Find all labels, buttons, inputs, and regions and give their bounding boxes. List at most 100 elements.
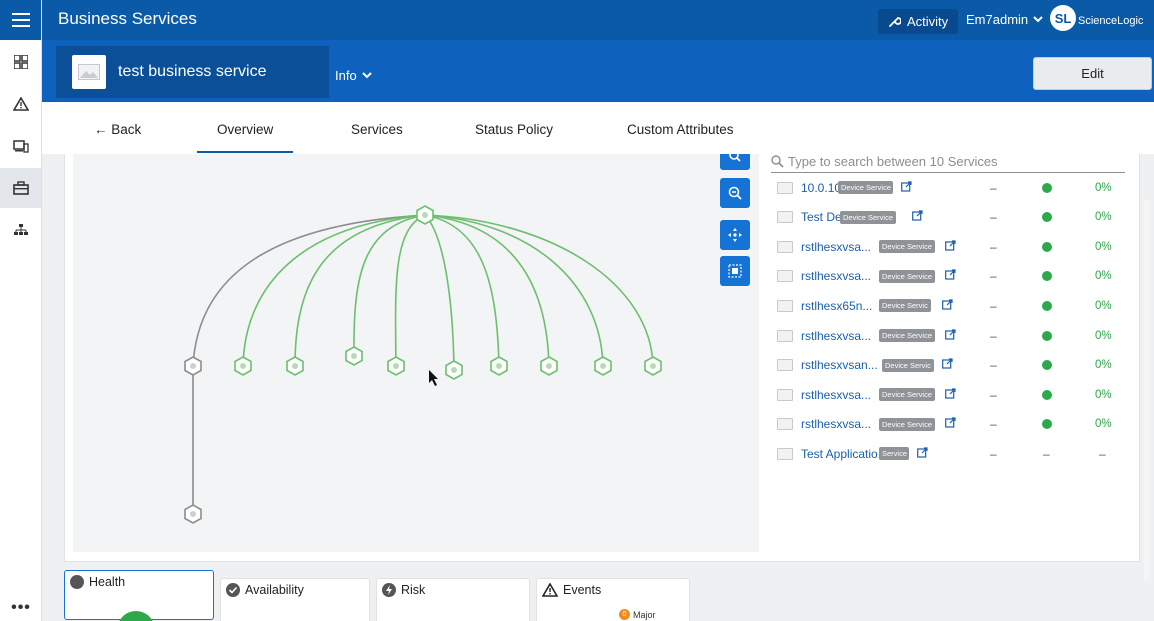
chevron-down-icon [1033,16,1043,23]
activity-label: Activity [907,14,949,29]
health-status-dot [1042,360,1052,371]
external-link-icon[interactable] [945,417,956,431]
dashboard-icon[interactable] [0,42,41,82]
topology-node-1 [184,356,202,376]
service-title: test business service [118,63,267,80]
tab-bar: ← Back Overview Services Status Policy C… [42,102,1154,154]
zoom-in-button[interactable] [720,154,750,170]
edge-root-to-node-5 [394,214,426,367]
user-menu[interactable]: Em7admin [966,12,1043,27]
business-services-icon[interactable] [0,168,41,208]
service-col1-value: – [990,180,997,195]
topology-node-4 [345,346,363,366]
edge-root-to-node-1 [192,214,426,367]
service-row[interactable]: Test Device Device Service –0% [771,203,1127,232]
availability-label: Availability [245,583,304,597]
health-status-dot [1042,182,1052,193]
topology-icon[interactable] [0,210,41,250]
service-row[interactable]: rstlhesxvsa... Device Service – 0% [771,262,1127,291]
topology-node-7 [490,356,508,376]
fit-to-screen-button[interactable] [720,256,750,286]
zoom-out-button[interactable] [720,178,750,208]
external-link-icon[interactable] [901,180,912,195]
service-row[interactable]: rstlhesxvsa... Device Service – 0% [771,321,1127,350]
edge-root-to-node-10 [424,214,654,367]
services-search[interactable]: Type to search between 10 Services [771,151,1125,173]
external-link-icon[interactable] [912,210,923,224]
service-name-link[interactable]: rstlhesx65n... [801,299,872,313]
tab-status-policy[interactable]: Status Policy [475,122,553,137]
hamburger-menu-icon[interactable] [0,0,41,40]
edit-button[interactable]: Edit [1033,57,1152,90]
service-topology-graph[interactable] [73,154,759,552]
left-rail: ••• [0,0,42,621]
service-name-link[interactable]: rstlhesxvsa... [801,417,871,431]
external-link-icon[interactable] [942,299,953,313]
external-link-icon[interactable] [917,447,928,461]
devices-icon[interactable] [0,126,41,166]
risk-icon [382,583,396,597]
health-card[interactable]: Health [64,570,214,621]
external-link-icon[interactable] [945,240,956,254]
external-link-icon[interactable] [942,358,953,372]
service-type-badge: Device Service [879,240,936,254]
service-name-link[interactable]: rstlhesxvsa... [801,269,871,283]
service-row[interactable]: rstlhesxvsa... Device Service – 0% [771,380,1127,409]
edge-root-to-node-9 [424,214,604,367]
tab-services[interactable]: Services [351,122,403,137]
service-row[interactable]: Test Applicatio...Service Mo – – – [771,439,1127,468]
topology-node-3 [286,356,304,376]
service-name-link[interactable]: rstlhesxvsa... [801,240,871,254]
availability-card[interactable]: Availability [220,578,370,621]
events-label: Events [563,583,602,597]
topology-svg [184,205,662,524]
more-options-icon[interactable]: ••• [0,599,42,617]
risk-card[interactable]: Risk [376,578,530,621]
availability-card-title: Availability [226,583,304,597]
health-label: Health [89,575,126,589]
health-indicator [117,611,155,621]
service-col1-value: – [990,387,997,402]
health-status-dot [1042,271,1052,282]
service-row[interactable]: rstlhesxvsa... Device Service – 0% [771,232,1127,261]
back-link[interactable]: ← Back [94,122,141,137]
logo-text: ScienceLogic [1078,15,1144,27]
service-percent: 0% [1095,299,1112,312]
service-name-link[interactable]: rstlhesxvsa... [801,329,871,343]
risk-label: Risk [401,583,426,597]
topology-node-root [416,205,434,225]
service-row[interactable]: rstlhesxvsan... Device Servic – 0% [771,351,1127,380]
topology-node-6 [445,360,463,380]
topology-node-9 [594,356,612,376]
search-icon [771,155,784,168]
mouse-cursor-icon [429,370,438,386]
tab-overview[interactable]: Overview [196,122,294,153]
info-dropdown[interactable]: Info [335,68,372,83]
service-name-link[interactable]: Test Applicatio... [801,447,888,461]
activity-button[interactable]: Activity [878,9,959,34]
service-name-link[interactable]: rstlhesxvsan... [801,358,878,372]
app-title: Business Services [58,9,197,28]
service-row[interactable]: 10.0.10.18 Device Service –0% [771,173,1127,202]
external-link-icon[interactable] [945,269,956,283]
service-type-badge: Device Service [879,329,936,342]
external-link-icon[interactable] [945,328,956,343]
major-count-badge: 0 [619,609,630,620]
external-link-icon[interactable] [945,388,956,402]
page-scrollbar[interactable] [1144,200,1149,580]
service-name-link[interactable]: rstlhesxvsa... [801,388,871,402]
service-image-icon [777,181,793,194]
pan-move-button[interactable] [720,220,750,250]
events-card[interactable]: Events 0 Major [536,578,690,621]
service-row[interactable]: rstlhesx65n... Device Servic – 0% [771,291,1127,320]
events-warning-icon[interactable] [0,84,41,124]
tab-custom-attributes[interactable]: Custom Attributes [627,122,734,137]
services-list: Type to search between 10 Services 10.0.… [771,154,1127,552]
service-row[interactable]: rstlhesxvsa... Device Service – 0% [771,410,1127,439]
service-percent: 0% [1095,388,1112,401]
warning-icon [542,583,558,597]
service-image-icon [777,329,793,342]
service-image-icon [777,240,793,253]
service-image-icon [777,447,793,460]
events-card-title: Events [542,583,601,597]
